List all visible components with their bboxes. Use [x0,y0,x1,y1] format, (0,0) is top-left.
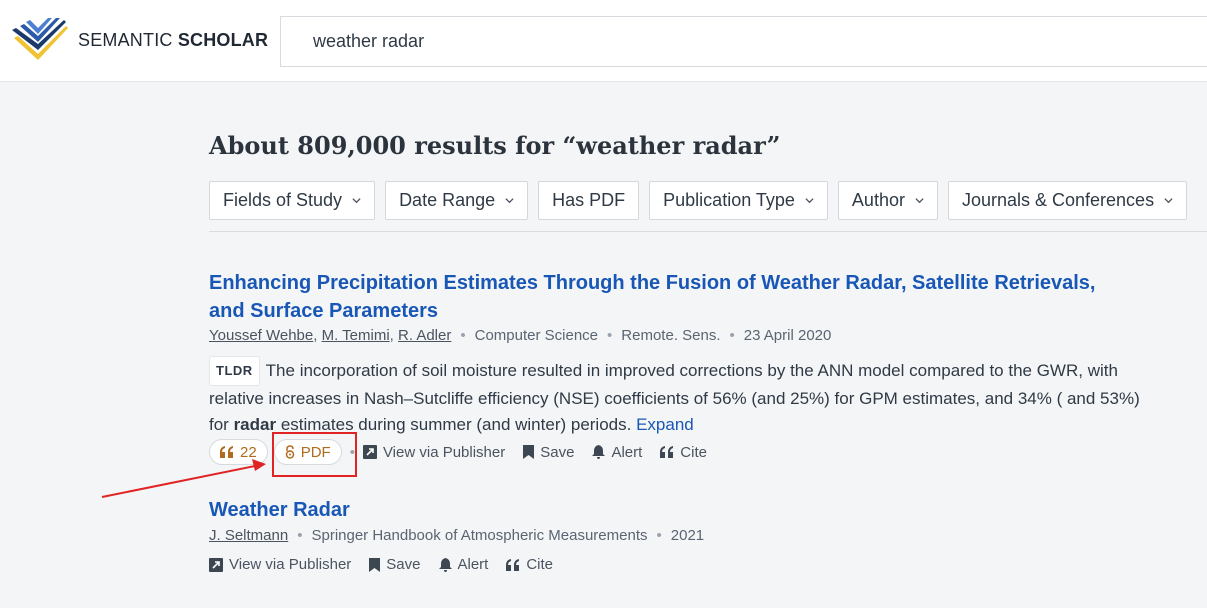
view-via-publisher-button[interactable]: View via Publisher [362,443,506,461]
brand-name: SEMANTIC SCHOLAR [78,30,268,51]
cite-label: Cite [680,443,707,461]
quote-icon [660,446,674,458]
save-button[interactable]: Save [369,556,421,573]
tldr-badge: TLDR [209,356,260,386]
alert-button[interactable]: Alert [438,556,489,573]
filter-label: Has PDF [552,190,626,210]
paper-date: 2021 [670,527,705,544]
meta-separator: • [297,527,303,544]
paper-actions: View via Publisher Save Alert Cite [209,556,553,573]
view-via-publisher-button[interactable]: View via Publisher [209,556,351,573]
search-query: weather radar [313,31,425,51]
filter-has-pdf[interactable]: Has PDF [538,181,640,220]
filter-label: Date Range [399,190,496,210]
paper-field: Computer Science [474,327,599,344]
save-label: Save [540,443,575,461]
alert-label: Alert [457,556,489,573]
annotation-highlight-box [272,432,357,477]
expand-link[interactable]: Expand [636,415,694,434]
alert-label: Alert [611,443,643,461]
filter-publication-type[interactable]: Publication Type [649,181,828,220]
author-link[interactable]: Youssef Wehbe [209,327,313,344]
author-link[interactable]: J. Seltmann [209,527,288,544]
chevron-down-icon [915,198,924,204]
author-link[interactable]: M. Temimi [322,327,390,344]
filter-journals-conferences[interactable]: Journals & Conferences [947,181,1188,220]
chevron-down-icon [352,198,361,204]
cite-label: Cite [526,556,554,573]
meta-separator: • [656,527,662,544]
filter-date-range[interactable]: Date Range [385,181,529,220]
external-link-icon [209,557,223,572]
alert-button[interactable]: Alert [592,444,642,461]
meta-separator: • [607,327,613,344]
logo-icon [12,18,68,60]
paper-tldr: TLDR The incorporation of soil moisture r… [209,356,1149,438]
tldr-highlight: radar [233,415,277,434]
filter-divider [209,231,1207,232]
chevron-down-icon [805,198,814,204]
paper-meta: Youssef Wehbe, M. Temimi, R. Adler • Com… [209,327,832,344]
paper-venue: Remote. Sens. [621,327,721,344]
paper-venue: Springer Handbook of Atmospheric Measure… [311,527,648,544]
publisher-label: View via Publisher [382,443,506,461]
filter-label: Journals & Conferences [961,190,1155,210]
chevron-down-icon [505,198,514,204]
results-heading: About 809,000 results for “weather radar… [209,131,781,160]
annotation-arrow-icon [101,459,266,498]
meta-separator: • [729,327,735,344]
quote-icon [506,558,520,571]
filter-label: Publication Type [663,190,795,210]
chevron-down-icon [1164,198,1173,204]
bell-icon [438,557,452,572]
filter-label: Fields of Study [223,190,343,210]
search-input[interactable]: weather radar [280,16,1207,67]
meta-separator: • [460,327,466,344]
cite-button[interactable]: Cite [506,556,553,573]
paper-meta: J. Seltmann • Springer Handbook of Atmos… [209,527,704,544]
brand-name-bold: SCHOLAR [177,29,269,50]
cite-button[interactable]: Cite [660,444,707,461]
paper-title-link[interactable]: Weather Radar [209,496,1109,524]
filter-fields-of-study[interactable]: Fields of Study [209,181,376,220]
author-link[interactable]: R. Adler [398,327,451,344]
save-label: Save [386,556,421,573]
publisher-label: View via Publisher [229,556,352,573]
filter-label: Author [851,190,905,210]
paper-date: 23 April 2020 [743,327,832,344]
save-button[interactable]: Save [523,444,574,461]
bell-icon [592,445,606,459]
paper-title-link[interactable]: Enhancing Precipitation Estimates Throug… [209,269,1109,325]
bookmark-icon [523,445,535,459]
semantic-scholar-logo[interactable]: SEMANTIC SCHOLAR [8,16,268,64]
top-header: SEMANTIC SCHOLAR weather radar [0,0,1207,82]
external-link-icon [362,445,377,459]
brand-name-regular: SEMANTIC [78,29,173,50]
bookmark-icon [369,557,381,572]
filter-bar: Fields of Study Date Range Has PDF Publi… [209,181,1188,220]
filter-author[interactable]: Author [837,181,938,220]
